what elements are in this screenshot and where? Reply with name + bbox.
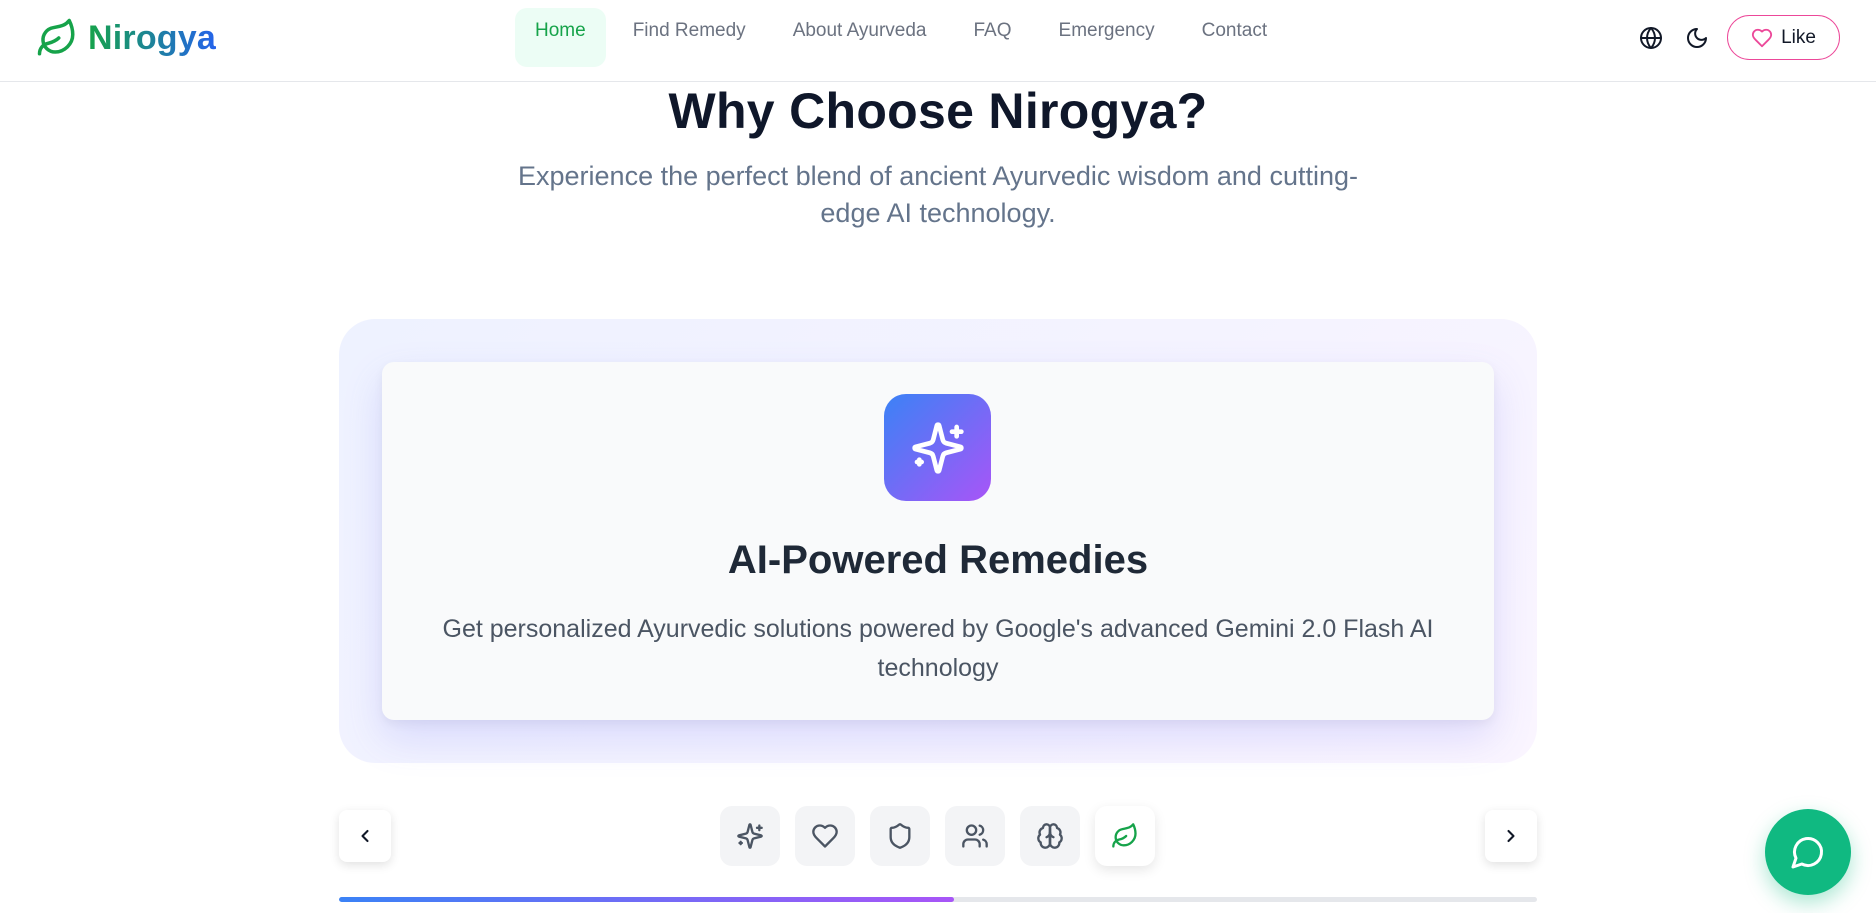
like-label: Like <box>1781 26 1816 48</box>
heart-icon <box>812 824 838 848</box>
feature-card: AI-Powered Remedies Get personalized Ayu… <box>382 362 1494 720</box>
indicator-leaf[interactable] <box>1095 806 1155 866</box>
globe-icon <box>1640 26 1662 49</box>
nav-item-label: About Ayurveda <box>792 19 927 41</box>
carousel-progress-track <box>339 897 1537 902</box>
leaf-icon <box>1112 823 1137 848</box>
heart-icon <box>1751 28 1773 47</box>
feature-title: AI-Powered Remedies <box>727 538 1149 582</box>
nav-item-label: Contact <box>1201 19 1268 41</box>
theme-toggle-button[interactable] <box>1681 16 1713 60</box>
main-nav: Home Find Remedy About Ayurveda FAQ Emer… <box>515 8 1293 67</box>
chevron-left-icon <box>361 829 369 843</box>
indicator-heart[interactable] <box>795 806 855 866</box>
leaf-icon <box>37 18 75 56</box>
top-navbar: Nirogya Home Find Remedy About Ayurveda … <box>0 0 1876 82</box>
feature-icon-tile <box>884 394 991 501</box>
header-actions: Like <box>1635 15 1840 60</box>
section-subtitle: Experience the perfect blend of ancient … <box>518 161 1358 228</box>
nav-item-find-remedy[interactable]: Find Remedy <box>612 8 767 67</box>
chevron-right-icon <box>1507 829 1515 843</box>
carousel-indicators <box>720 806 1155 866</box>
chat-button[interactable] <box>1765 809 1851 895</box>
indicator-shield[interactable] <box>870 806 930 866</box>
like-button[interactable]: Like <box>1727 15 1840 60</box>
carousel-prev-button[interactable] <box>339 810 391 862</box>
moon-icon <box>1687 27 1707 48</box>
section-title: Why Choose Nirogya? <box>668 83 1208 139</box>
nav-item-label: Home <box>535 19 586 41</box>
brand-name: Nirogya <box>88 18 216 57</box>
brain-icon <box>1037 823 1063 849</box>
brand-logo[interactable]: Nirogya <box>36 16 216 60</box>
users-icon <box>962 824 988 848</box>
carousel-next-button[interactable] <box>1485 810 1537 862</box>
nav-item-home[interactable]: Home <box>515 8 606 67</box>
nav-item-label: FAQ <box>973 19 1012 41</box>
feature-description: Get personalized Ayurvedic solutions pow… <box>442 615 1434 682</box>
carousel-progress-fill <box>339 897 954 902</box>
sparkles-icon <box>911 421 964 474</box>
indicator-users[interactable] <box>945 806 1005 866</box>
nav-item-emergency[interactable]: Emergency <box>1038 8 1176 67</box>
shield-icon <box>889 823 911 849</box>
indicator-ai-remedies[interactable] <box>720 806 780 866</box>
language-button[interactable] <box>1635 16 1667 60</box>
nav-item-faq[interactable]: FAQ <box>953 8 1033 67</box>
message-circle-icon <box>1791 836 1824 869</box>
nav-item-label: Find Remedy <box>632 19 746 41</box>
nav-item-label: Emergency <box>1058 19 1155 41</box>
sparkles-icon <box>737 823 763 849</box>
nav-item-about-ayurveda[interactable]: About Ayurveda <box>772 8 948 67</box>
nav-item-contact[interactable]: Contact <box>1181 8 1288 67</box>
indicator-brain[interactable] <box>1020 806 1080 866</box>
